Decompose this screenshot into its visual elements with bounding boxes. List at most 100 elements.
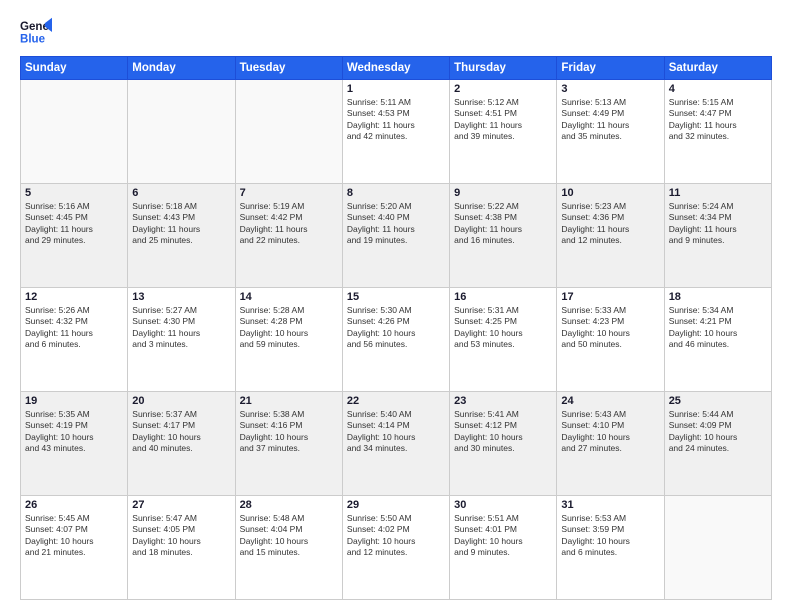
- day-number: 10: [561, 187, 659, 199]
- calendar-cell: 16 Sunrise: 5:31 AM Sunset: 4:25 PM Dayli…: [450, 288, 557, 392]
- weekday-header-saturday: Saturday: [664, 57, 771, 80]
- calendar-cell: 28 Sunrise: 5:48 AM Sunset: 4:04 PM Dayli…: [235, 496, 342, 600]
- calendar-cell: 8 Sunrise: 5:20 AM Sunset: 4:40 PM Daylig…: [342, 184, 449, 288]
- calendar-cell: 14 Sunrise: 5:28 AM Sunset: 4:28 PM Dayli…: [235, 288, 342, 392]
- day-number: 25: [669, 395, 767, 407]
- day-number: 19: [25, 395, 123, 407]
- calendar-cell: 7 Sunrise: 5:19 AM Sunset: 4:42 PM Daylig…: [235, 184, 342, 288]
- day-info: Sunrise: 5:22 AM Sunset: 4:38 PM Dayligh…: [454, 201, 552, 247]
- day-number: 18: [669, 291, 767, 303]
- day-number: 24: [561, 395, 659, 407]
- day-number: 27: [132, 499, 230, 511]
- day-number: 3: [561, 83, 659, 95]
- calendar-cell: 6Sunrise: 5:18 AM Sunset: 4:43 PM Daylig…: [128, 184, 235, 288]
- weekday-header-wednesday: Wednesday: [342, 57, 449, 80]
- calendar-cell: 3 Sunrise: 5:13 AM Sunset: 4:49 PM Daylig…: [557, 80, 664, 184]
- day-number: 31: [561, 499, 659, 511]
- day-number: 30: [454, 499, 552, 511]
- day-info: Sunrise: 5:34 AM Sunset: 4:21 PM Dayligh…: [669, 305, 767, 351]
- day-info: Sunrise: 5:13 AM Sunset: 4:49 PM Dayligh…: [561, 97, 659, 143]
- day-info: Sunrise: 5:45 AM Sunset: 4:07 PM Dayligh…: [25, 513, 123, 559]
- calendar-cell: 19 Sunrise: 5:35 AM Sunset: 4:19 PM Dayli…: [21, 392, 128, 496]
- day-info: Sunrise: 5:40 AM Sunset: 4:14 PM Dayligh…: [347, 409, 445, 455]
- calendar-week-2: 5 Sunrise: 5:16 AM Sunset: 4:45 PM Daylig…: [21, 184, 772, 288]
- calendar-cell: 25 Sunrise: 5:44 AM Sunset: 4:09 PM Dayli…: [664, 392, 771, 496]
- day-info: Sunrise: 5:51 AM Sunset: 4:01 PM Dayligh…: [454, 513, 552, 559]
- calendar-week-5: 26Sunrise: 5:45 AM Sunset: 4:07 PM Dayli…: [21, 496, 772, 600]
- day-number: 14: [240, 291, 338, 303]
- day-info: Sunrise: 5:16 AM Sunset: 4:45 PM Dayligh…: [25, 201, 123, 247]
- day-info: Sunrise: 5:20 AM Sunset: 4:40 PM Dayligh…: [347, 201, 445, 247]
- calendar-cell: 9 Sunrise: 5:22 AM Sunset: 4:38 PM Daylig…: [450, 184, 557, 288]
- calendar-cell: 11Sunrise: 5:24 AM Sunset: 4:34 PM Dayli…: [664, 184, 771, 288]
- day-info: Sunrise: 5:23 AM Sunset: 4:36 PM Dayligh…: [561, 201, 659, 247]
- day-number: 15: [347, 291, 445, 303]
- day-info: Sunrise: 5:43 AM Sunset: 4:10 PM Dayligh…: [561, 409, 659, 455]
- calendar-week-3: 12 Sunrise: 5:26 AM Sunset: 4:32 PM Dayli…: [21, 288, 772, 392]
- day-number: 11: [669, 187, 767, 199]
- day-info: Sunrise: 5:15 AM Sunset: 4:47 PM Dayligh…: [669, 97, 767, 143]
- calendar-cell: 17Sunrise: 5:33 AM Sunset: 4:23 PM Dayli…: [557, 288, 664, 392]
- svg-text:Blue: Blue: [20, 34, 46, 46]
- day-info: Sunrise: 5:35 AM Sunset: 4:19 PM Dayligh…: [25, 409, 123, 455]
- calendar-cell: 5 Sunrise: 5:16 AM Sunset: 4:45 PM Daylig…: [21, 184, 128, 288]
- calendar-cell: [21, 80, 128, 184]
- calendar-week-4: 19 Sunrise: 5:35 AM Sunset: 4:19 PM Dayli…: [21, 392, 772, 496]
- day-info: Sunrise: 5:33 AM Sunset: 4:23 PM Dayligh…: [561, 305, 659, 351]
- calendar-cell: 1 Sunrise: 5:11 AM Sunset: 4:53 PM Daylig…: [342, 80, 449, 184]
- day-number: 16: [454, 291, 552, 303]
- calendar-cell: 31 Sunrise: 5:53 AM Sunset: 3:59 PM Dayli…: [557, 496, 664, 600]
- day-number: 8: [347, 187, 445, 199]
- day-info: Sunrise: 5:48 AM Sunset: 4:04 PM Dayligh…: [240, 513, 338, 559]
- day-info: Sunrise: 5:37 AM Sunset: 4:17 PM Dayligh…: [132, 409, 230, 455]
- day-info: Sunrise: 5:26 AM Sunset: 4:32 PM Dayligh…: [25, 305, 123, 351]
- calendar-cell: 15 Sunrise: 5:30 AM Sunset: 4:26 PM Dayli…: [342, 288, 449, 392]
- calendar-cell: 2Sunrise: 5:12 AM Sunset: 4:51 PM Daylig…: [450, 80, 557, 184]
- logo: General Blue: [20, 16, 52, 48]
- day-number: 9: [454, 187, 552, 199]
- calendar-cell: 10 Sunrise: 5:23 AM Sunset: 4:36 PM Dayli…: [557, 184, 664, 288]
- day-info: Sunrise: 5:28 AM Sunset: 4:28 PM Dayligh…: [240, 305, 338, 351]
- calendar-cell: [664, 496, 771, 600]
- calendar-cell: 27 Sunrise: 5:47 AM Sunset: 4:05 PM Dayli…: [128, 496, 235, 600]
- weekday-header-tuesday: Tuesday: [235, 57, 342, 80]
- calendar-cell: 30 Sunrise: 5:51 AM Sunset: 4:01 PM Dayli…: [450, 496, 557, 600]
- calendar-cell: 13Sunrise: 5:27 AM Sunset: 4:30 PM Dayli…: [128, 288, 235, 392]
- calendar-cell: 12 Sunrise: 5:26 AM Sunset: 4:32 PM Dayli…: [21, 288, 128, 392]
- day-number: 22: [347, 395, 445, 407]
- calendar-cell: [235, 80, 342, 184]
- day-info: Sunrise: 5:41 AM Sunset: 4:12 PM Dayligh…: [454, 409, 552, 455]
- day-number: 4: [669, 83, 767, 95]
- day-info: Sunrise: 5:30 AM Sunset: 4:26 PM Dayligh…: [347, 305, 445, 351]
- weekday-header-friday: Friday: [557, 57, 664, 80]
- day-number: 5: [25, 187, 123, 199]
- header: General Blue: [20, 16, 772, 48]
- calendar-cell: 20 Sunrise: 5:37 AM Sunset: 4:17 PM Dayli…: [128, 392, 235, 496]
- calendar-cell: 18 Sunrise: 5:34 AM Sunset: 4:21 PM Dayli…: [664, 288, 771, 392]
- day-info: Sunrise: 5:11 AM Sunset: 4:53 PM Dayligh…: [347, 97, 445, 143]
- page: General Blue SundayMondayTuesdayWednesda…: [0, 0, 792, 612]
- day-info: Sunrise: 5:44 AM Sunset: 4:09 PM Dayligh…: [669, 409, 767, 455]
- day-info: Sunrise: 5:53 AM Sunset: 3:59 PM Dayligh…: [561, 513, 659, 559]
- calendar-cell: 26Sunrise: 5:45 AM Sunset: 4:07 PM Dayli…: [21, 496, 128, 600]
- day-info: Sunrise: 5:19 AM Sunset: 4:42 PM Dayligh…: [240, 201, 338, 247]
- day-number: 29: [347, 499, 445, 511]
- day-info: Sunrise: 5:12 AM Sunset: 4:51 PM Dayligh…: [454, 97, 552, 143]
- day-info: Sunrise: 5:47 AM Sunset: 4:05 PM Dayligh…: [132, 513, 230, 559]
- day-number: 23: [454, 395, 552, 407]
- calendar-cell: 4 Sunrise: 5:15 AM Sunset: 4:47 PM Daylig…: [664, 80, 771, 184]
- day-number: 28: [240, 499, 338, 511]
- day-number: 1: [347, 83, 445, 95]
- day-info: Sunrise: 5:31 AM Sunset: 4:25 PM Dayligh…: [454, 305, 552, 351]
- day-number: 7: [240, 187, 338, 199]
- calendar-cell: 22 Sunrise: 5:40 AM Sunset: 4:14 PM Dayli…: [342, 392, 449, 496]
- weekday-header-row: SundayMondayTuesdayWednesdayThursdayFrid…: [21, 57, 772, 80]
- calendar-cell: [128, 80, 235, 184]
- day-info: Sunrise: 5:38 AM Sunset: 4:16 PM Dayligh…: [240, 409, 338, 455]
- day-number: 20: [132, 395, 230, 407]
- calendar-week-1: 1 Sunrise: 5:11 AM Sunset: 4:53 PM Daylig…: [21, 80, 772, 184]
- day-number: 13: [132, 291, 230, 303]
- day-number: 6: [132, 187, 230, 199]
- day-number: 12: [25, 291, 123, 303]
- calendar-cell: 29Sunrise: 5:50 AM Sunset: 4:02 PM Dayli…: [342, 496, 449, 600]
